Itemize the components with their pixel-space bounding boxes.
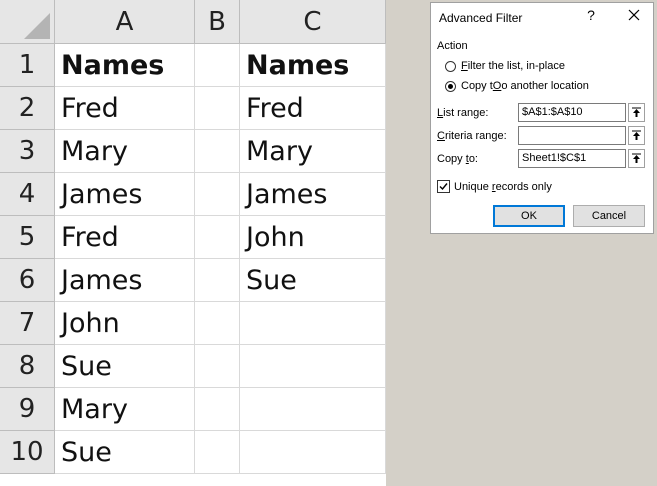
cell-a4[interactable]: James <box>55 173 195 216</box>
cell-a3[interactable]: Mary <box>55 130 195 173</box>
row-header-5[interactable]: 5 <box>0 216 55 259</box>
hotkey-c: C <box>437 130 445 142</box>
advanced-filter-dialog: Advanced Filter ? Action Filter the list… <box>430 2 654 234</box>
radio-indicator[interactable] <box>445 60 456 72</box>
criteria-range-label: Criteria range: <box>437 130 507 142</box>
row-header-3[interactable]: 3 <box>0 130 55 173</box>
cell-b3[interactable] <box>195 130 240 173</box>
help-button[interactable]: ? <box>583 7 599 23</box>
select-all-corner[interactable] <box>0 0 55 44</box>
cell-a9[interactable]: Mary <box>55 388 195 431</box>
unique-text: ecords only <box>495 180 552 193</box>
cell-a8[interactable]: Sue <box>55 345 195 388</box>
column-header-c[interactable]: C <box>240 0 386 44</box>
row-header-2[interactable]: 2 <box>0 87 55 130</box>
row-header-7[interactable]: 7 <box>0 302 55 345</box>
copy-other-text: Copy t <box>461 80 493 92</box>
criteria-range-collapse-button[interactable] <box>628 126 645 145</box>
cell-c9[interactable] <box>240 388 386 431</box>
radio-indicator[interactable] <box>445 80 456 92</box>
close-icon[interactable] <box>625 6 643 24</box>
cell-b10[interactable] <box>195 431 240 474</box>
spreadsheet: A B C 1 Names Names 2 Fred Fred 3 Mary Mary 4 Jame… <box>0 0 386 486</box>
row-header-4[interactable]: 4 <box>0 173 55 216</box>
cell-b9[interactable] <box>195 388 240 431</box>
column-header-a[interactable]: A <box>55 0 195 44</box>
hotkey-f: F <box>461 60 468 72</box>
collapse-arrow-icon <box>632 107 641 117</box>
unique-records-checkbox[interactable]: Unique records only <box>437 180 552 193</box>
criteria-range-text: riteria range: <box>444 130 507 142</box>
cell-a7[interactable]: John <box>55 302 195 345</box>
action-group-label: Action <box>437 40 468 52</box>
copy-to-input[interactable]: Sheet1!$C$1 <box>518 149 626 168</box>
copy-to-collapse-button[interactable] <box>628 149 645 168</box>
row-header-6[interactable]: 6 <box>0 259 55 302</box>
copy-other-after: o another location <box>501 80 589 92</box>
collapse-arrow-icon <box>632 130 641 140</box>
list-range-text: ist range: <box>443 107 489 119</box>
dialog-titlebar[interactable]: Advanced Filter ? <box>431 3 653 31</box>
cell-c6[interactable]: Sue <box>240 259 386 302</box>
checkbox-indicator[interactable] <box>437 180 450 193</box>
cell-c8[interactable] <box>240 345 386 388</box>
cell-c7[interactable] <box>240 302 386 345</box>
cell-b6[interactable] <box>195 259 240 302</box>
copy-to-label: Copy to: <box>437 153 478 165</box>
unique-pre: Unique <box>454 180 492 193</box>
cell-b7[interactable] <box>195 302 240 345</box>
row-header-10[interactable]: 10 <box>0 431 55 474</box>
cell-b8[interactable] <box>195 345 240 388</box>
unique-records-label: Unique records only <box>454 181 552 193</box>
criteria-range-input[interactable] <box>518 126 626 145</box>
cell-c4[interactable]: James <box>240 173 386 216</box>
cell-b4[interactable] <box>195 173 240 216</box>
cell-a6[interactable]: James <box>55 259 195 302</box>
filter-inplace-text: ilter the list, in-place <box>467 60 565 72</box>
row-header-1[interactable]: 1 <box>0 44 55 87</box>
cell-b2[interactable] <box>195 87 240 130</box>
list-range-input[interactable]: $A$1:$A$10 <box>518 103 626 122</box>
copy-other-label: Copy tOo another location <box>461 80 589 92</box>
copy-to-another-location-radio[interactable]: Copy tOo another location <box>445 80 589 92</box>
list-range-label: List range: <box>437 107 488 119</box>
list-range-collapse-button[interactable] <box>628 103 645 122</box>
select-all-triangle-icon <box>24 13 50 39</box>
cell-b1[interactable] <box>195 44 240 87</box>
cell-c1[interactable]: Names <box>240 44 386 87</box>
ok-button[interactable]: OK <box>493 205 565 227</box>
column-header-b[interactable]: B <box>195 0 240 44</box>
filter-inplace-label: Filter the list, in-place <box>461 60 565 72</box>
cell-c10[interactable] <box>240 431 386 474</box>
cell-a2[interactable]: Fred <box>55 87 195 130</box>
cell-b5[interactable] <box>195 216 240 259</box>
checkmark-icon <box>439 183 448 191</box>
cell-a5[interactable]: Fred <box>55 216 195 259</box>
cell-c2[interactable]: Fred <box>240 87 386 130</box>
row-header-9[interactable]: 9 <box>0 388 55 431</box>
filter-inplace-radio[interactable]: Filter the list, in-place <box>445 60 565 72</box>
dialog-title: Advanced Filter <box>439 11 523 25</box>
copy-to-pre: Copy <box>437 153 466 165</box>
cell-a1[interactable]: Names <box>55 44 195 87</box>
copy-to-text: o: <box>468 153 478 165</box>
cell-a10[interactable]: Sue <box>55 431 195 474</box>
cancel-button[interactable]: Cancel <box>573 205 645 227</box>
cell-c3[interactable]: Mary <box>240 130 386 173</box>
collapse-arrow-icon <box>632 153 641 163</box>
row-header-8[interactable]: 8 <box>0 345 55 388</box>
cell-c5[interactable]: John <box>240 216 386 259</box>
